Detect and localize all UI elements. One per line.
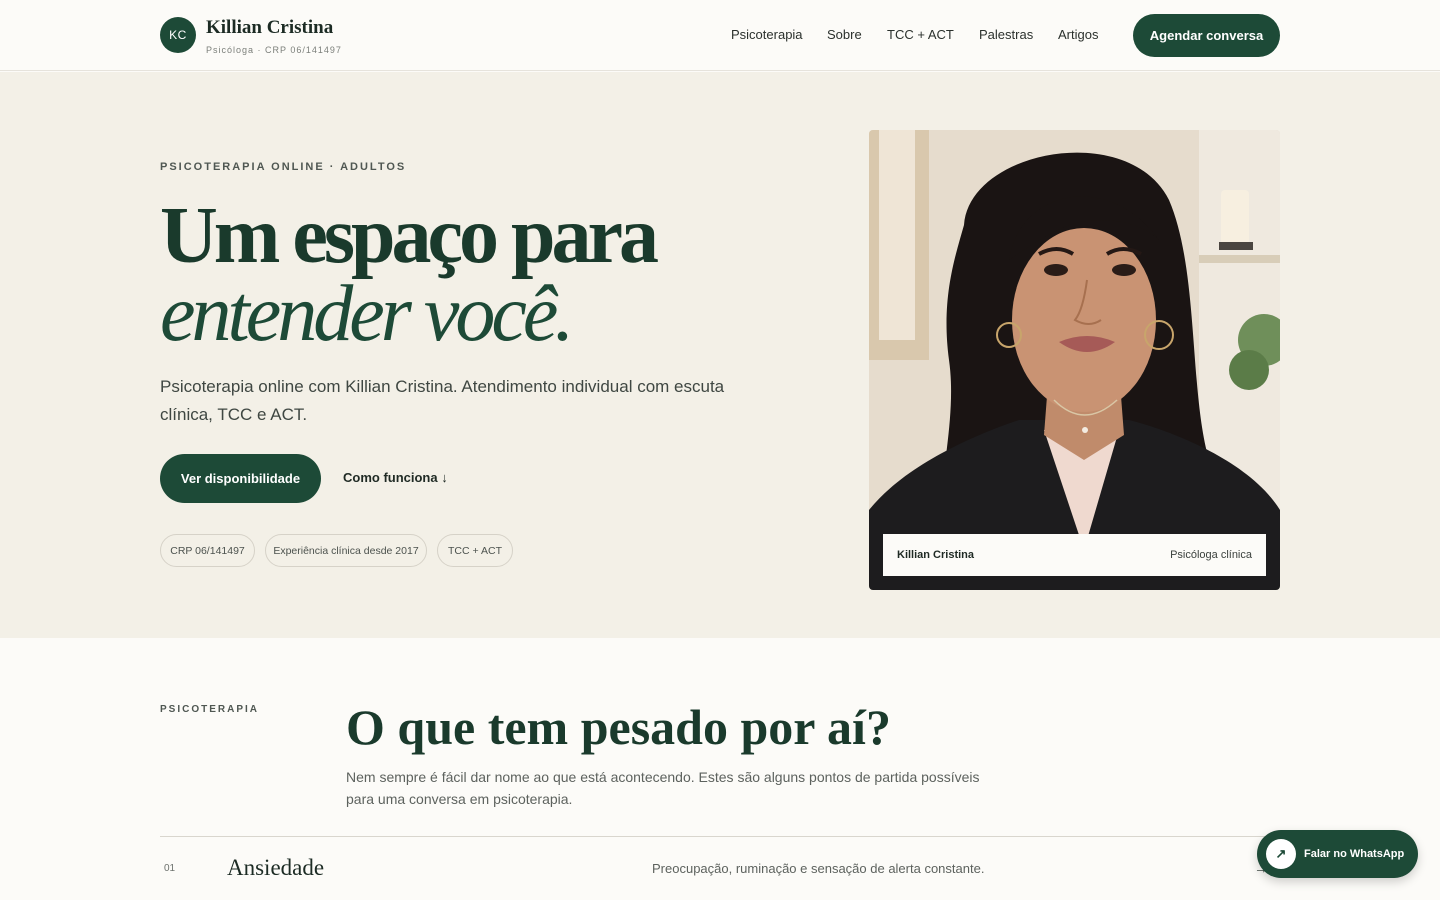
brand-name[interactable]: Killian Cristina [206,17,333,39]
nav-artigos[interactable]: Artigos [1058,27,1098,42]
topic-description: Preocupação, ruminação e sensação de ale… [652,861,985,876]
section-divider [160,836,1280,837]
badge-crp: CRP 06/141497 [160,534,255,567]
whatsapp-label: Falar no WhatsApp [1304,848,1405,860]
how-it-works-link[interactable]: Como funciona ↓ [343,470,448,485]
site-header: KC Killian Cristina Psicóloga · CRP 06/1… [0,0,1440,71]
badge-tcc-act: TCC + ACT [437,534,513,567]
section-description: Nem sempre é fácil dar nome ao que está … [346,769,980,807]
schedule-button[interactable]: Agendar conversa [1133,14,1280,57]
hero-eyebrow: PSICOTERAPIA ONLINE · ADULTOS [160,161,407,173]
portrait-caption: Killian Cristina Psicóloga clínica [883,534,1266,576]
portrait-illustration [869,130,1280,590]
badge-experience: Experiência clínica desde 2017 [265,534,427,567]
nav-tcc-act[interactable]: TCC + ACT [887,27,954,42]
availability-button[interactable]: Ver disponibilidade [160,454,321,503]
topic-number: 01 [164,863,176,874]
section-eyebrow: PSICOTERAPIA [160,704,260,715]
whatsapp-button[interactable]: ↗ Falar no WhatsApp [1257,830,1418,878]
brand-subtitle: Psicóloga · CRP 06/141497 [206,45,342,55]
nav-psicoterapia[interactable]: Psicoterapia [731,27,803,42]
caption-role: Psicóloga clínica [1170,549,1252,561]
logo-monogram[interactable]: KC [160,17,196,53]
nav-sobre[interactable]: Sobre [827,27,862,42]
caption-name: Killian Cristina [897,549,975,561]
portrait-photo [869,130,1280,590]
nav-palestras[interactable]: Palestras [979,27,1033,42]
topic-title: Ansiedade [227,855,325,880]
hero-title-line1: Um espaço para [160,192,659,280]
section-title: O que tem pesado por aí? [346,699,891,755]
external-link-icon: ↗ [1266,839,1296,869]
hero-title-line2: entender você. [160,270,574,358]
hero-lead: Psicoterapia online com Killian Cristina… [160,377,725,424]
